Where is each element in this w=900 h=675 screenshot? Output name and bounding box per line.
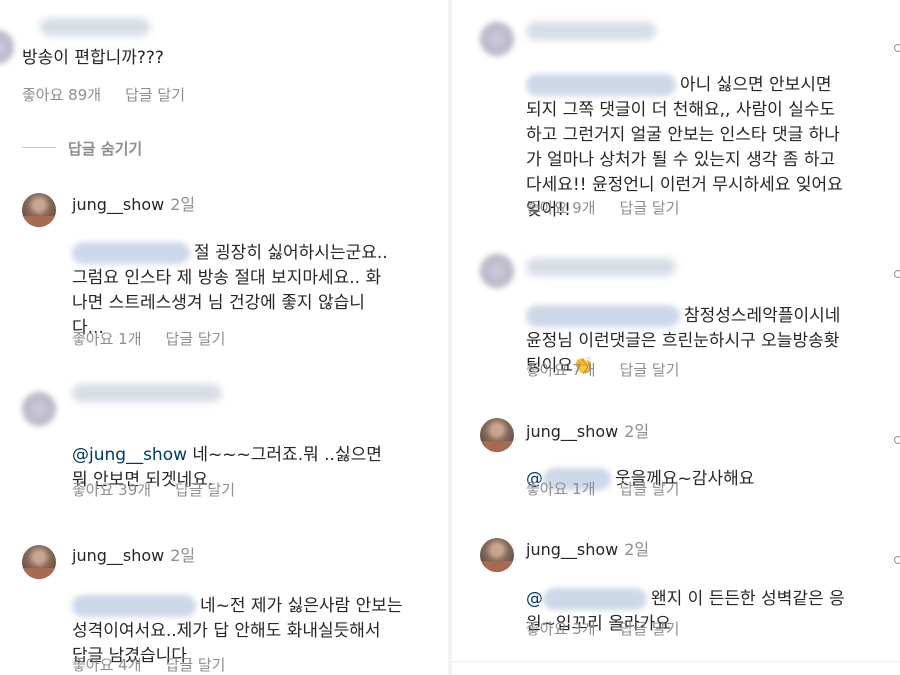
reply-button[interactable]: 답글 달기 <box>166 330 226 348</box>
comment-meta: 좋아요 89개 답글 달기 <box>22 84 209 105</box>
comment-text: 절 굉장히 싫어하시는군요.. 그럼요 인스타 제 방송 절대 보지마세요.. … <box>72 242 388 338</box>
comment-meta: 좋아요 39개 답글 달기 <box>72 479 259 500</box>
comment-meta: 좋아요 4개 답글 달기 <box>72 654 249 675</box>
avatar[interactable] <box>22 193 56 227</box>
reply-button[interactable]: 답글 달기 <box>620 361 680 379</box>
reply-button[interactable]: 답글 달기 <box>620 620 680 638</box>
comment-text: 방송이 편합니까??? <box>22 48 164 68</box>
avatar[interactable] <box>0 30 14 64</box>
mention-link[interactable]: @jung__show <box>72 445 187 465</box>
avatar[interactable] <box>22 545 56 579</box>
blurred-mention <box>526 74 676 96</box>
reply-button[interactable]: 답글 달기 <box>620 480 680 498</box>
left-comment-panel: 방송이 편합니까??? 좋아요 89개 답글 달기 답글 숨기기 jung__sh… <box>0 0 448 675</box>
reply-button[interactable]: 답글 달기 <box>166 656 226 674</box>
more-options-icon[interactable] <box>894 270 900 278</box>
avatar[interactable] <box>22 392 56 426</box>
username[interactable]: jung__show 2일 <box>72 191 195 215</box>
blurred-username <box>526 258 676 276</box>
blurred-mention <box>526 305 680 327</box>
like-count[interactable]: 좋아요 39개 <box>72 481 151 499</box>
like-count[interactable]: 좋아요 3개 <box>526 620 596 638</box>
username[interactable]: jung__show 2일 <box>72 542 195 566</box>
hide-replies-button[interactable]: 답글 숨기기 <box>68 138 142 159</box>
blurred-username <box>526 22 656 40</box>
blurred-username <box>40 18 150 36</box>
more-options-icon[interactable] <box>894 556 900 564</box>
reply-button[interactable]: 답글 달기 <box>125 86 185 104</box>
comment-meta: 좋아요 1개 답글 달기 <box>72 328 249 349</box>
reply-button[interactable]: 답글 달기 <box>620 199 680 217</box>
reply-button[interactable]: 답글 달기 <box>175 481 235 499</box>
avatar[interactable] <box>480 538 514 572</box>
comment-time: 2일 <box>624 540 650 559</box>
comment-meta: 좋아요 7개 답글 달기 <box>526 359 703 380</box>
mention-link[interactable]: @ <box>526 589 543 609</box>
like-count[interactable]: 좋아요 7개 <box>526 361 596 379</box>
bottom-divider <box>452 661 900 662</box>
like-count[interactable]: 좋아요 1개 <box>526 480 596 498</box>
blurred-mention <box>72 595 196 617</box>
avatar[interactable] <box>480 418 514 452</box>
comment-meta: 좋아요 3개 답글 달기 <box>526 618 703 639</box>
blurred-username <box>72 384 222 402</box>
comment-time: 2일 <box>170 195 196 214</box>
hide-replies-line <box>22 147 56 148</box>
like-count[interactable]: 좋아요 4개 <box>72 656 142 674</box>
more-options-icon[interactable] <box>894 436 900 444</box>
avatar[interactable] <box>480 254 514 288</box>
blurred-mention <box>72 242 190 264</box>
comment-time: 2일 <box>624 422 650 441</box>
comment-meta: 좋아요 1개 답글 달기 <box>526 478 703 499</box>
blurred-mention <box>543 588 647 610</box>
like-count[interactable]: 좋아요 89개 <box>22 86 101 104</box>
username[interactable]: jung__show 2일 <box>526 418 649 442</box>
comment-time: 2일 <box>170 546 196 565</box>
username[interactable]: jung__show 2일 <box>526 536 649 560</box>
like-count[interactable]: 좋아요 1개 <box>72 330 142 348</box>
more-options-icon[interactable] <box>894 44 900 52</box>
comment-meta: 좋아요 9개 답글 달기 <box>526 197 703 218</box>
avatar[interactable] <box>480 22 514 56</box>
right-comment-panel: 아니 싫으면 안보시면 되지 그쪽 댓글이 더 천해요,, 사람이 실수도 하고… <box>452 0 900 675</box>
like-count[interactable]: 좋아요 9개 <box>526 199 596 217</box>
